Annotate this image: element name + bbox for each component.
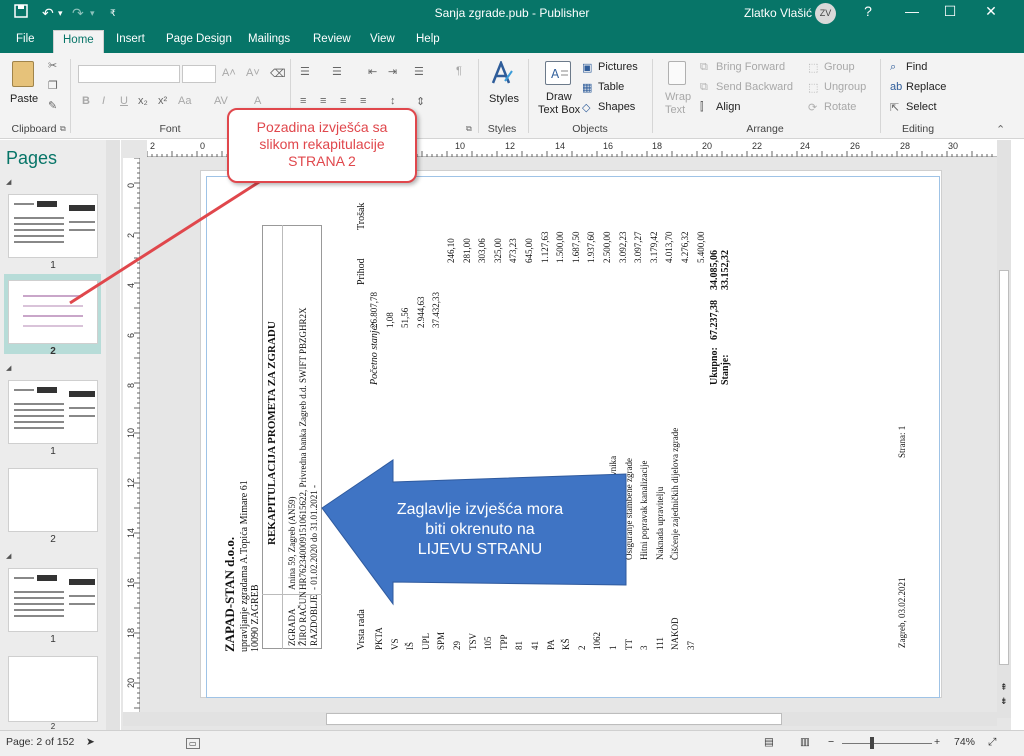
zoom-slider-thumb[interactable] [870,737,874,749]
page-indicator[interactable]: Page: 2 of 152 [6,736,74,748]
callout-pointer-line [69,173,271,305]
arrow-callout-line: LIJEVU STRANU [417,541,543,558]
callout-line: Pozadina izvješća sa [256,119,388,135]
callout-line: STRANA 2 [288,153,356,169]
single-page-view-icon[interactable]: ▤ [764,736,774,748]
zoom-level[interactable]: 74% [954,736,975,748]
callout-line: slikom rekapitulacije [259,136,385,152]
macro-record-icon[interactable]: ▭ [186,738,200,749]
zoom-out-button[interactable]: − [828,736,834,748]
fit-page-icon[interactable]: ⤢ [988,736,996,749]
zoom-in-button[interactable]: + [934,736,940,748]
zoom-slider[interactable] [842,743,932,744]
arrow-callout-line: biti okrenuto na [425,521,535,538]
arrow-callout-line: Zaglavlje izvješća mora [396,501,564,518]
arrow-callout-text: Zaglavlje izvješća mora biti okrenuto na… [392,500,568,560]
two-page-view-icon[interactable]: ▥ [800,736,810,748]
status-bar: Page: 2 of 152 ➤ ▭ ▤ ▥ − + 74% ⤢ [0,730,1024,756]
cursor-icon: ➤ [86,736,95,748]
callout-background-note: Pozadina izvješća sa slikom rekapitulaci… [227,108,417,183]
callout-graphics [69,173,627,606]
